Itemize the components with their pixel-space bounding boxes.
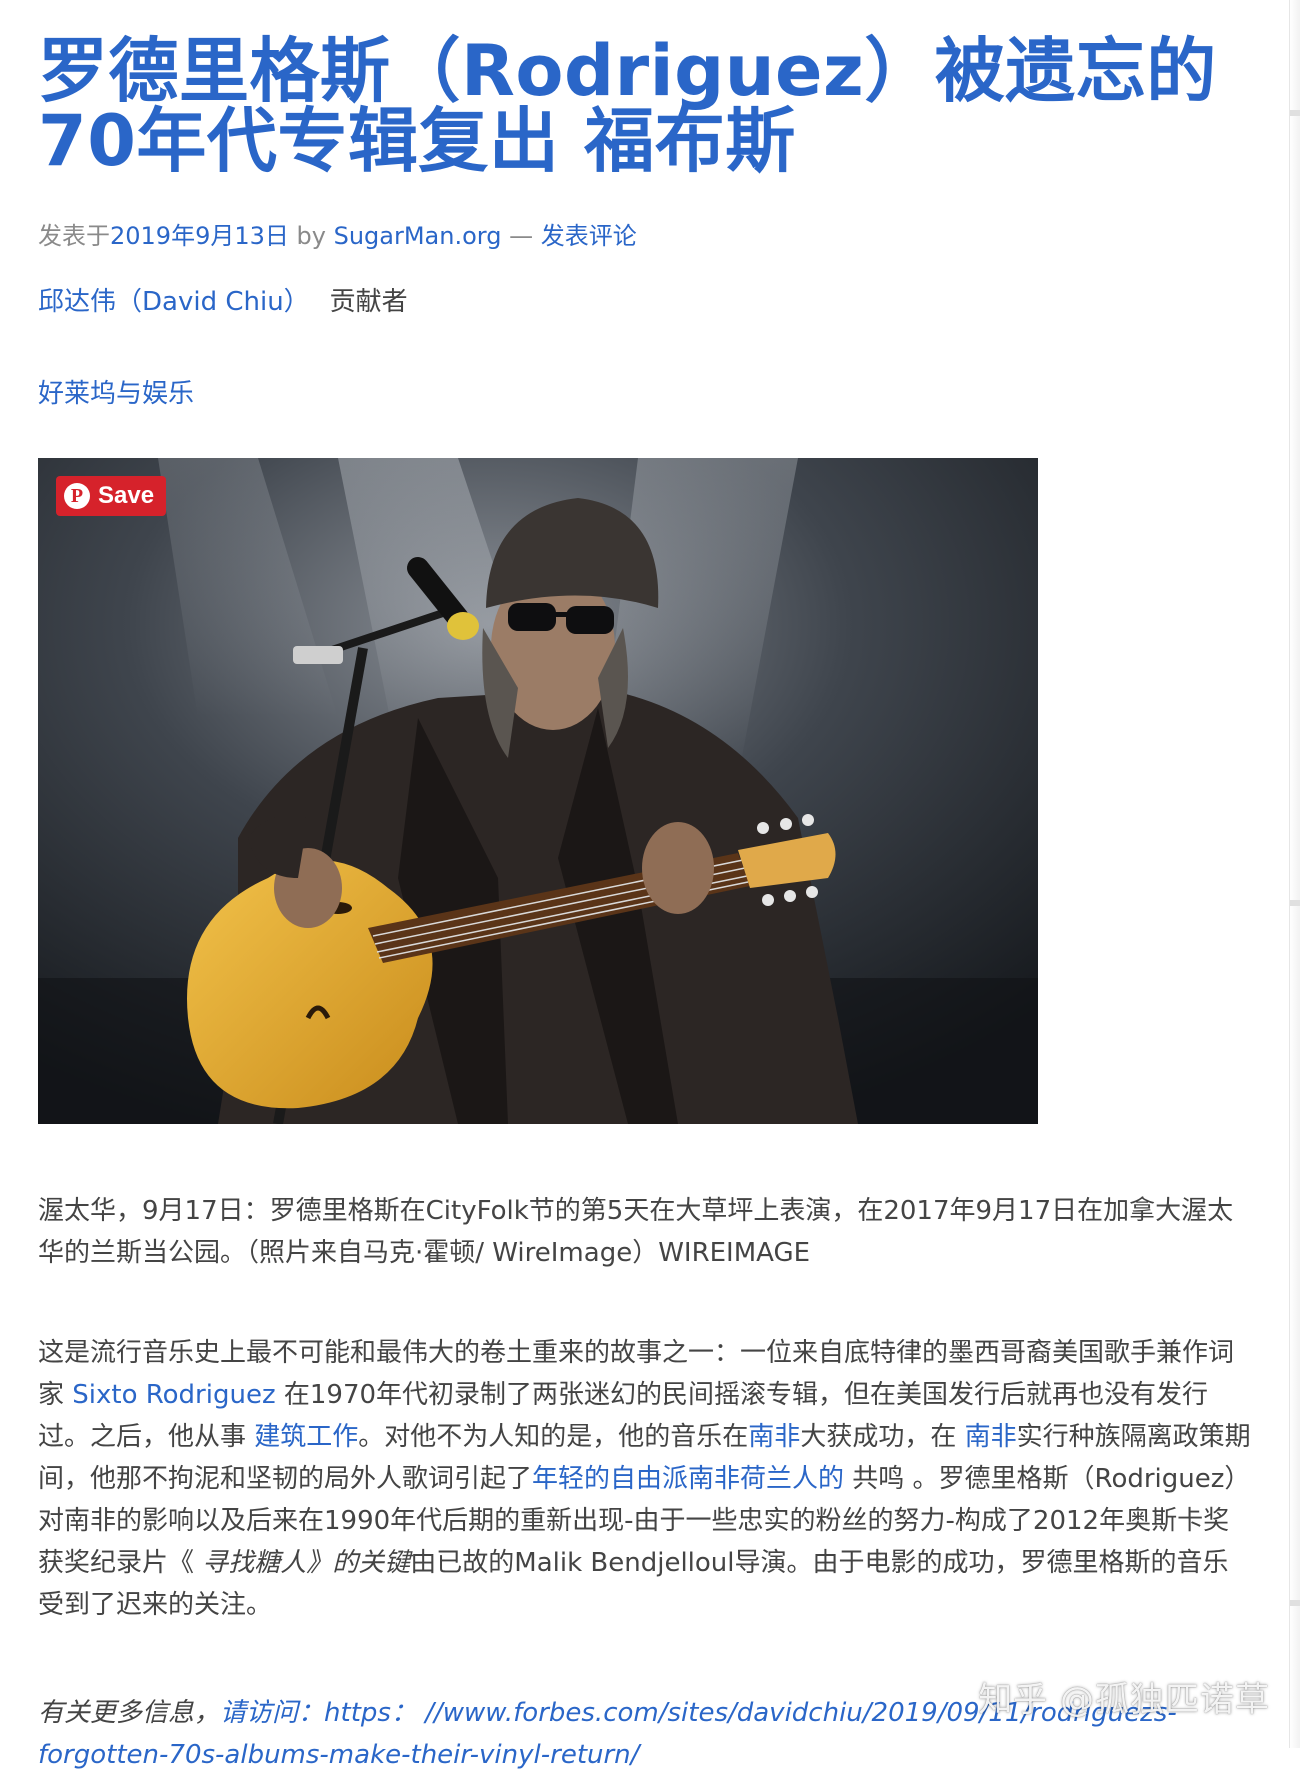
comment-link[interactable]: 发表评论 [541,222,637,250]
posted-prefix: 发表于 [38,222,110,250]
post-date-link[interactable]: 2019年9月13日 [110,222,289,250]
category: 好莱坞与娱乐 [38,373,1253,410]
contributor-line: 邱达伟（David Chiu） 贡献者 [38,281,1253,318]
article: 罗德里格斯（Rodriguez）被遗忘的 70年代专辑复出 福布斯 发表于201… [38,36,1253,1770]
author-link[interactable]: 邱达伟（David Chiu） [38,287,310,317]
title-line-2: 70年代专辑复出 福布斯 [38,100,796,182]
article-paragraph: 这是流行音乐史上最不可能和最伟大的卷土重来的故事之一：一位来自底特律的墨西哥裔美… [38,1332,1253,1626]
category-link[interactable]: 好莱坞与娱乐 [38,379,194,409]
post-meta: 发表于2019年9月13日 by SugarMan.org — 发表评论 [38,216,1253,251]
film-title: 寻找糖人》的关键 [202,1548,411,1578]
save-label: Save [98,482,155,509]
scroll-notch [1290,1600,1300,1606]
article-photo: P Save [38,458,1038,1124]
more-info-prefix: 有关更多信息， [38,1698,221,1728]
scroll-notch [1290,110,1300,116]
pinterest-icon: P [64,483,90,509]
contributor-label: 贡献者 [329,287,408,317]
construction-link[interactable]: 建筑工作 [254,1422,358,1452]
photo-caption: 渥太华，9月17日：罗德里格斯在CityFolk节的第5天在大草坪上表演，在20… [38,1196,1234,1268]
zhihu-watermark: 知乎 @孤独匹诺草 [978,1680,1270,1720]
site-link[interactable]: SugarMan.org [334,222,502,250]
afrikaners-link[interactable]: 年轻的自由派南非荷兰人的 [532,1464,844,1494]
paragraph-text: 。对他不为人知的是，他的音乐在 [358,1422,749,1452]
page-title: 罗德里格斯（Rodriguez）被遗忘的 70年代专辑复出 福布斯 [38,36,1253,176]
by-text: by [288,222,334,250]
pinterest-save-button[interactable]: P Save [56,476,167,516]
scrollbar[interactable] [1289,0,1300,1748]
meta-separator: — [501,222,541,250]
scroll-notch [1290,900,1300,906]
sixto-rodriguez-link[interactable]: Sixto Rodriguez [72,1380,275,1410]
paragraph-text: 大获成功，在 [800,1422,965,1452]
south-africa-link[interactable]: 南非 [748,1422,800,1452]
visit-link[interactable]: 请访问： [220,1698,324,1728]
performer-photo-illustration [38,458,1038,1124]
south-africa-link[interactable]: 南非 [965,1422,1017,1452]
